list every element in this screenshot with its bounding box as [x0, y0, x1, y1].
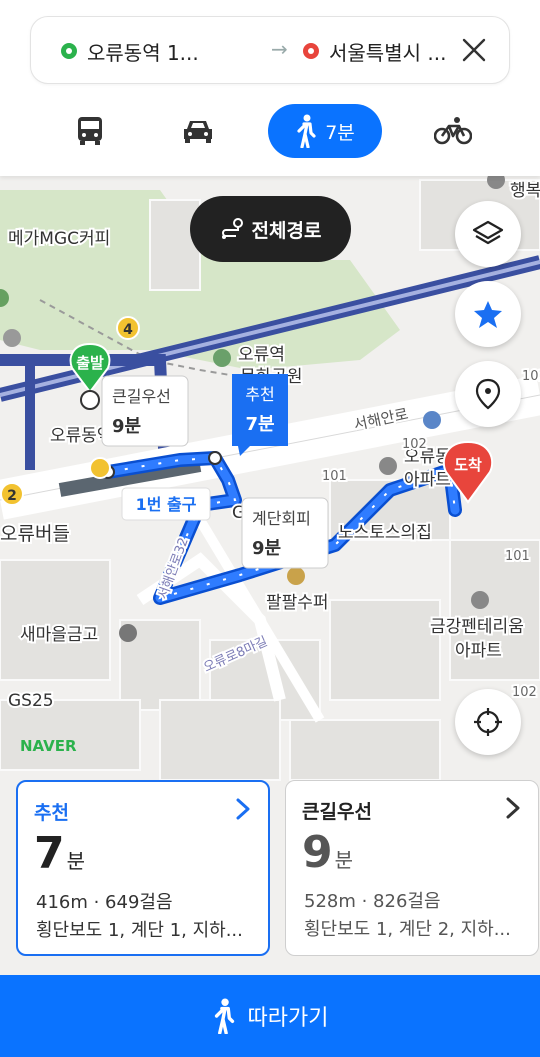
- svg-text:아파트: 아파트: [404, 470, 451, 490]
- origin-dot-icon: [61, 43, 77, 59]
- route-card-recommended[interactable]: 추천 7분 416m · 649걸음 횡단보도 1, 계단 1, 지하...: [16, 780, 270, 956]
- bubble-stairs-avoid[interactable]: 계단회피 9분: [241, 497, 329, 569]
- origin-field[interactable]: 오류동역 1...: [87, 37, 199, 66]
- svg-text:아파트: 아파트: [455, 641, 502, 661]
- map-label-101c: 101: [522, 369, 540, 384]
- map-label-saemaeul: 새마을금고: [20, 625, 98, 645]
- chevron-right-icon: [236, 798, 250, 820]
- svg-text:9분: 9분: [112, 416, 141, 437]
- map-label-101a: 101: [322, 469, 347, 484]
- card-detail: 횡단보도 1, 계단 2, 지하...: [304, 919, 511, 940]
- map-pin-icon: [475, 378, 501, 410]
- bubble-recommended[interactable]: 추천 7분: [232, 374, 288, 456]
- layers-icon: [472, 220, 504, 245]
- line-badge-2: 2: [7, 488, 17, 504]
- map-label-102a: 102: [402, 437, 427, 452]
- star-icon: [474, 301, 502, 328]
- tab-bus[interactable]: [60, 104, 120, 158]
- card-detail: 횡단보도 1, 계단 1, 지하...: [36, 920, 243, 941]
- bubble-main-road[interactable]: 큰길우선 9분: [101, 375, 189, 447]
- walk-icon: [214, 998, 234, 1034]
- svg-text:7분: 7분: [245, 414, 274, 435]
- svg-text:1번 출구: 1번 출구: [136, 495, 197, 514]
- tab-car[interactable]: [168, 104, 228, 158]
- favorites-button[interactable]: [455, 281, 521, 347]
- follow-label: 따라가기: [247, 1006, 329, 1031]
- map-label-station-park: 오류역: [238, 345, 285, 365]
- bicycle-icon: [434, 117, 472, 145]
- place-marker-button[interactable]: [455, 361, 521, 427]
- transport-mode-tabs: 7분: [0, 104, 540, 160]
- card-title: 추천: [34, 802, 69, 824]
- svg-text:추천: 추천: [245, 385, 274, 404]
- full-route-label: 전체경로: [251, 219, 322, 242]
- tab-walk[interactable]: 7분: [268, 104, 382, 158]
- map-label-haengbok: 행복: [510, 181, 540, 201]
- destination-dot-icon: [303, 43, 319, 59]
- map-label-101b: 101: [505, 549, 530, 564]
- full-route-button[interactable]: 전체경로: [190, 196, 351, 262]
- bus-icon: [78, 117, 102, 145]
- crosshair-icon: [474, 708, 502, 736]
- start-marker-label: 출발: [76, 354, 104, 372]
- route-card-main-road[interactable]: 큰길우선 9분 528m · 826걸음 횡단보도 1, 계단 2, 지하...: [285, 780, 539, 956]
- card-distance: 416m · 649걸음: [36, 892, 173, 913]
- route-arrow-icon: →: [271, 37, 288, 61]
- walk-icon: [297, 114, 316, 148]
- map-label-palpal: 팔팔수퍼: [266, 593, 329, 613]
- chevron-right-icon: [506, 797, 520, 819]
- svg-text:큰길우선: 큰길우선: [112, 387, 171, 406]
- map-label-buddle: 오류버들: [0, 523, 70, 545]
- walk-time-label: 7분: [325, 121, 355, 144]
- map-label-geumgang: 금강펜테리움: [430, 617, 524, 637]
- end-marker-label: 도착: [454, 456, 482, 474]
- map-label-102b: 102: [512, 685, 537, 700]
- route-icon: [221, 218, 243, 239]
- map-label-gs25: GS25: [8, 691, 54, 711]
- card-time: 9분: [302, 827, 354, 878]
- layers-button[interactable]: [455, 201, 521, 267]
- line-badge-4: 4: [123, 322, 133, 338]
- tab-bicycle[interactable]: [428, 104, 478, 158]
- svg-text:9분: 9분: [252, 538, 281, 559]
- my-location-button[interactable]: [455, 689, 521, 755]
- close-icon[interactable]: [459, 35, 489, 65]
- destination-field[interactable]: 서울특별시 ...: [329, 37, 446, 66]
- car-icon: [184, 121, 212, 143]
- card-distance: 528m · 826걸음: [304, 891, 441, 912]
- svg-text:계단회피: 계단회피: [252, 509, 311, 528]
- card-title: 큰길우선: [302, 801, 372, 823]
- map-label-nosu: 노스토스의집: [338, 523, 432, 543]
- card-time: 7분: [34, 828, 86, 879]
- follow-route-button[interactable]: 따라가기: [0, 975, 540, 1057]
- route-search-bar[interactable]: 오류동역 1... → 서울특별시 ...: [30, 16, 510, 84]
- top-panel: 오류동역 1... → 서울특별시 ... 7분: [0, 0, 540, 176]
- exit-label: 1번 출구: [121, 487, 211, 521]
- naver-logo: NAVER: [20, 737, 77, 755]
- map-label-mega: 메가MGC커피: [8, 229, 110, 249]
